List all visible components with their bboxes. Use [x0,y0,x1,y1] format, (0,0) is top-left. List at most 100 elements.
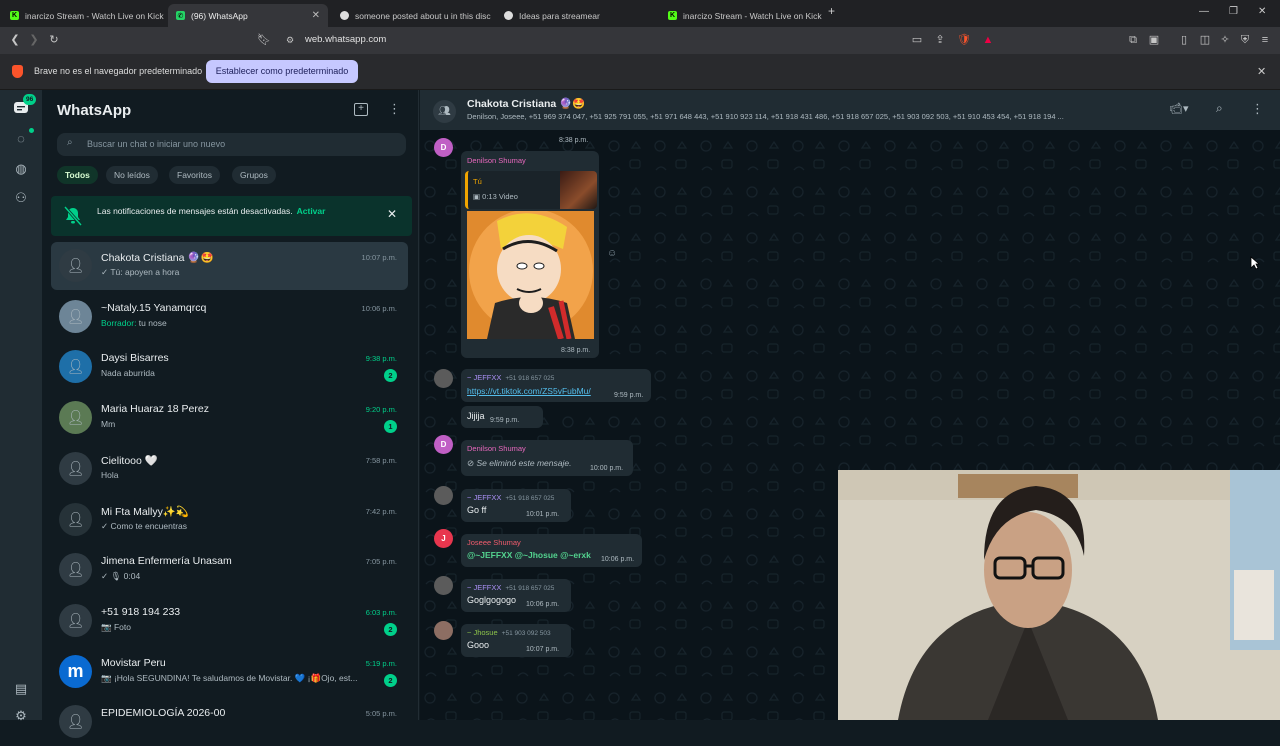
avatar[interactable]: 👤︎ [59,249,92,282]
search-messages-icon[interactable]: ⌕ [1216,101,1223,116]
more-options-icon[interactable]: ⋮ [388,101,401,117]
sender-name[interactable]: ~ Jhosue +51 903 092 503 [467,628,551,637]
chat-item[interactable]: 👤︎ Maria Huaraz 18 Perez Mm 9:20 p.m. 1 [51,394,408,442]
new-chat-icon[interactable]: + [354,103,368,116]
filter-grupos[interactable]: Grupos [232,166,276,184]
avatar[interactable]: 👤︎ [59,502,92,536]
message-link[interactable]: https://vt.tiktok.com/ZS5vFubMu/ [467,386,591,396]
avatar[interactable] [434,486,453,505]
sender-name[interactable]: ~ JEFFXX +51 918 657 025 [467,373,554,382]
preview-text: 📷 ¡Hola SEGUNDINA! Te saludamos de Movis… [101,672,358,683]
chat-item[interactable]: 👤︎ Daysi Bisarres Nada aburrida 9:38 p.m. 2 [51,343,408,391]
filter-no-leidos[interactable]: No leídos [106,166,158,184]
communities-icon[interactable]: ⚇ [12,189,30,207]
bookmark-icon[interactable]: 🔖︎ [257,33,271,47]
search-input[interactable]: ⌕ Buscar un chat o iniciar uno nuevo [57,133,406,156]
site-info-icon[interactable]: ⚙ [283,33,297,47]
avatar[interactable]: D [434,138,453,157]
cast-icon[interactable]: ▭ [910,33,924,47]
sender-name[interactable]: Denilson Shumay [467,444,526,453]
conversation-header[interactable]: 👥︎ Chakota Cristiana 🔮🤩 Denilson, Joseee… [420,90,1280,130]
avatar[interactable]: 👤︎ [59,603,92,637]
media-icon[interactable]: ▤ [12,680,30,698]
leo-icon[interactable]: ◫ [1198,33,1212,47]
filter-favoritos[interactable]: Favoritos [169,166,220,184]
sender-name[interactable]: Joseee Shumay [467,538,521,547]
wallet-icon[interactable]: ▣ [1147,33,1161,47]
chat-item[interactable]: 👤︎ Chakota Cristiana 🔮🤩 ✓ Tú: apoyen a hor… [51,242,408,290]
close-window-icon[interactable]: ✕ [1258,6,1266,17]
avatar[interactable] [434,621,453,640]
maximize-icon[interactable]: ❐ [1229,6,1238,17]
message-mentions[interactable]: @~JEFFXX @~Jhosue @~erxk [467,550,591,560]
sticker-image[interactable] [467,211,594,339]
mention-message[interactable]: Joseee Shumay @~JEFFXX @~Jhosue @~erxk 1… [461,534,642,567]
sticker-message[interactable]: Denilson Shumay Tú ▣ 0:13 Video 8:38 p.m… [461,151,599,358]
vpn-icon[interactable]: ⛨ [1238,33,1252,47]
deleted-message[interactable]: Denilson Shumay ⊘ Se eliminó este mensaj… [461,440,633,476]
video-icon: ▣ [473,192,483,201]
filter-todos[interactable]: Todos [57,166,98,184]
chat-item[interactable]: 👤︎ Mi Fta Mallyy✨💫 ✓ Como te encuentras 7:4… [51,496,408,544]
chat-item[interactable]: 👤︎ ~Nataly.15 Yanamqrcq Borrador: tu nose 1… [51,293,408,341]
avatar[interactable] [434,576,453,595]
tab-ideas[interactable]: Ideas para streamear [496,4,656,27]
reload-icon[interactable]: ↻ [47,33,61,47]
avatar[interactable]: 👤︎ [59,553,92,587]
avatar[interactable]: D [434,435,453,454]
close-banner-icon[interactable]: ✕ [387,207,397,221]
video-call-icon[interactable]: 📹︎▾ [1169,102,1189,115]
minimize-icon[interactable]: — [1199,6,1209,17]
menu-icon[interactable]: ≡ [1258,33,1272,47]
avatar[interactable]: 👤︎ [59,705,92,739]
sender-name[interactable]: ~ JEFFXX +51 918 657 025 [467,583,554,592]
group-title[interactable]: Chakota Cristiana 🔮🤩 [467,97,585,110]
set-default-button[interactable]: Establecer como predeterminado [206,60,358,83]
text-message[interactable]: ~ Jhosue +51 903 092 503 Gooo 10:07 p.m. [461,624,571,657]
avatar[interactable]: m [59,654,92,688]
chat-item[interactable]: 👤︎ Cielitooo 🤍 Hola 7:58 p.m. [51,445,408,493]
address-bar[interactable]: web.whatsapp.com [305,34,386,45]
chat-item[interactable]: 👤︎ Jimena Enfermería Unasam ✓ 🎙 0:04 7:05 p… [51,546,408,594]
ai-icon[interactable]: ✧ [1218,33,1232,47]
brave-rewards-icon[interactable]: ▲ [981,33,995,47]
avatar[interactable]: 👤︎ [59,451,92,485]
back-icon[interactable]: ❮ [8,33,22,47]
person-icon: 👤︎ [66,561,85,578]
text-message[interactable]: ~ JEFFXX +51 918 657 025 Goglgogogo 10:06… [461,579,571,612]
avatar[interactable]: 👤︎ [59,299,92,333]
tab-kick-1[interactable]: K inarcizo Stream - Watch Live on Kick [2,4,165,27]
sender-name[interactable]: ~ JEFFXX +51 918 657 025 [467,493,554,502]
chat-item[interactable]: 👤︎ EPIDEMIOLOGÍA 2026-00 5:05 p.m. [51,698,408,746]
forward-icon[interactable]: ❯ [27,33,41,47]
status-icon[interactable]: ◌ [12,130,30,148]
share-icon[interactable]: ⇪ [933,33,947,47]
settings-icon[interactable]: ⚙ [12,707,30,725]
link-message[interactable]: ~ JEFFXX +51 918 657 025 https://vt.tikto… [461,369,651,402]
text-message[interactable]: ~ JEFFXX +51 918 657 025 Go ff 10:01 p.m. [461,489,571,522]
brave-shields-icon[interactable]: 🛡︎ [957,33,971,47]
chat-item[interactable]: m Movistar Peru 📷 ¡Hola SEGUNDINA! Te salu… [51,648,408,696]
close-infobar-icon[interactable]: ✕ [1257,65,1266,78]
avatar[interactable]: 👤︎ [59,350,92,384]
chat-menu-icon[interactable]: ⋮ [1251,101,1264,117]
sidebar-toggle-icon[interactable]: ▯ [1177,33,1191,47]
extensions-icon[interactable]: ⧉ [1126,33,1140,47]
message-time: 10:01 p.m. [526,511,560,518]
quoted-reply[interactable]: Tú ▣ 0:13 Video [465,171,597,209]
tab-discord[interactable]: someone posted about u in this disc [332,4,494,27]
tab-kick-2[interactable]: K inarcizo Stream - Watch Live on Kick [660,4,822,27]
chat-item[interactable]: 👤︎ +51 918 194 233 📷 Foto 6:03 p.m. 2 [51,597,408,645]
avatar[interactable]: J [434,529,453,548]
avatar[interactable]: 👤︎ [59,401,92,435]
activate-notifications-link[interactable]: Activar [297,206,326,216]
sender-name[interactable]: Denilson Shumay [467,156,526,165]
new-tab-icon[interactable]: + [828,4,835,18]
avatar[interactable] [434,369,453,388]
text-message[interactable]: Jijija 9:59 p.m. [461,406,543,428]
group-avatar-icon[interactable]: 👥︎ [433,100,456,123]
close-tab-icon[interactable]: ✕ [312,10,320,21]
channels-icon[interactable]: ◍ [12,160,30,178]
react-emoji-icon[interactable]: ☺ [607,248,617,259]
tab-whatsapp[interactable]: ✆ (96) WhatsApp ✕ [168,4,328,27]
